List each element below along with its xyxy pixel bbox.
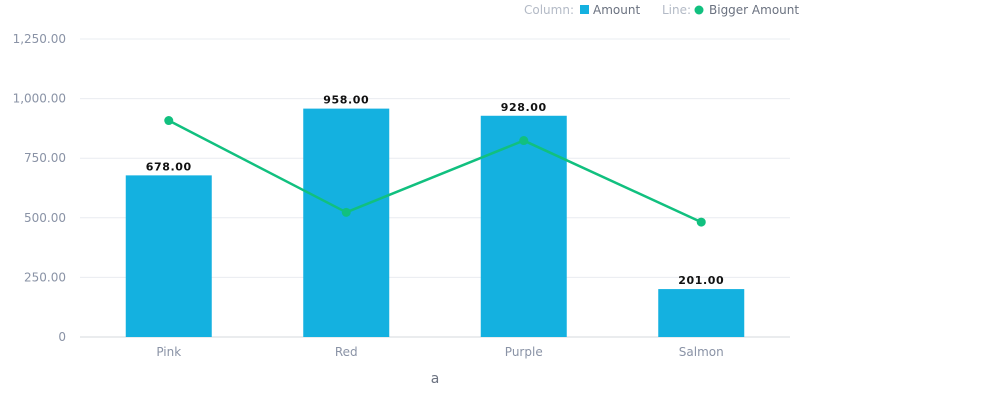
bar-value-label: 201.00	[678, 274, 724, 287]
y-tick-label: 750.00	[24, 151, 66, 165]
legend-amount-swatch	[580, 5, 589, 14]
y-tick-label: 500.00	[24, 211, 66, 225]
x-axis-title: a	[431, 371, 440, 387]
x-tick-label: Purple	[505, 345, 543, 359]
combo-chart: Column: Amount Line: Bigger Amount 0 250.…	[13, 3, 800, 387]
line-point-red[interactable]	[341, 207, 351, 217]
x-tick-label: Salmon	[679, 345, 724, 359]
chart-container: Column: Amount Line: Bigger Amount 0 250.…	[0, 0, 1008, 400]
legend: Column: Amount Line: Bigger Amount	[524, 3, 799, 17]
bar-red[interactable]	[303, 108, 390, 338]
bars	[125, 108, 745, 338]
legend-bigger-amount-label[interactable]: Bigger Amount	[709, 3, 799, 17]
bar-salmon[interactable]	[658, 289, 745, 337]
bigger-amount-line	[168, 119, 702, 224]
y-tick-label: 0	[58, 330, 66, 344]
legend-line-prefix: Line:	[662, 3, 691, 17]
line-point-purple[interactable]	[519, 136, 529, 146]
bar-value-label: 958.00	[323, 94, 369, 107]
bar-value-label: 678.00	[146, 160, 192, 173]
y-tick-label: 1,250.00	[13, 32, 66, 46]
legend-amount-label[interactable]: Amount	[593, 3, 640, 17]
line-point-pink[interactable]	[164, 116, 174, 126]
y-axis-ticks: 0 250.00 500.00 750.00 1,000.00 1,250.00	[13, 32, 66, 344]
line-point-salmon[interactable]	[696, 217, 706, 227]
y-tick-label: 250.00	[24, 270, 66, 284]
y-tick-label: 1,000.00	[13, 92, 66, 106]
legend-column-prefix: Column:	[524, 3, 574, 17]
x-tick-label: Pink	[156, 345, 181, 359]
bar-value-label: 928.00	[501, 101, 547, 114]
bar-purple[interactable]	[480, 115, 567, 337]
x-tick-label: Red	[335, 345, 358, 359]
bar-pink[interactable]	[125, 175, 212, 337]
line-series	[164, 116, 706, 227]
data-labels: 678.00 958.00 928.00 201.00	[146, 94, 724, 287]
legend-bigger-amount-marker	[694, 5, 704, 15]
x-axis-ticks: Pink Red Purple Salmon	[156, 345, 723, 359]
